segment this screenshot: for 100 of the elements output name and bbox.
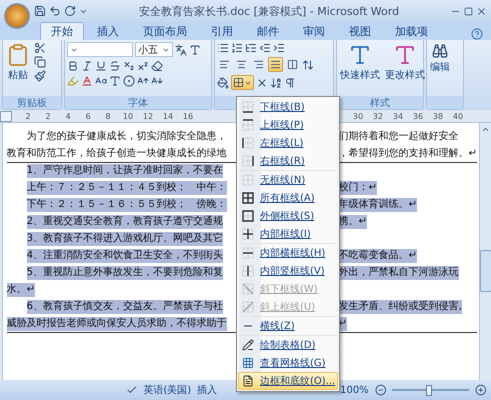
binoculars-icon [432,43,448,59]
columns-icon [287,59,298,70]
grid-icon [242,357,254,369]
font-name-field[interactable] [67,42,133,57]
strikethrough-icon[interactable] [109,60,121,72]
border-icon [242,228,254,240]
ruler-number: 14 [162,112,174,120]
document-text: 3、教育孩子不得进入游戏机厅、网吧及其它 [26,232,223,246]
group-label: 样式 [370,96,390,110]
align-left-icon [219,59,230,70]
scroll-up-icon[interactable] [481,125,490,134]
document-text: 上午：７：２５－１１：４５到校； 中午： [26,181,227,195]
group-label-bar [427,96,463,109]
document-text: 水。↵ [6,283,35,297]
menu-item[interactable]: 外侧框线(S) [238,207,338,225]
maximize-icon[interactable] [464,6,473,16]
menu-item[interactable]: 内部竖框线(V) [238,262,338,280]
insert-mode-status[interactable]: 插入 [197,383,218,397]
align-button[interactable] [268,57,283,72]
pencil-icon [242,339,254,351]
menu-item[interactable]: 内部横框线(H) [238,244,338,262]
multilevel-list-icon[interactable] [245,42,257,54]
align-button[interactable] [285,57,300,72]
document-text: 下午：２：１５－１６：５５到校； 傍晚： [26,198,227,212]
border-icon [242,119,254,131]
clipboard-icon [6,43,30,67]
sort-icon[interactable] [270,76,282,88]
subscript-icon[interactable] [123,60,135,72]
pilcrow-icon[interactable] [284,76,296,88]
increase-indent-icon[interactable] [273,42,285,54]
ribbon-tab[interactable]: 视图 [338,22,382,40]
ribbon-tab[interactable]: 开始 [40,22,84,40]
help-icon[interactable] [471,28,483,40]
ribbon-tab[interactable]: 邮件 [246,22,290,40]
language-status[interactable]: 英语(美国) [143,383,192,397]
border-icon [242,101,254,113]
close-icon[interactable] [476,6,487,16]
style-button[interactable]: 快速样式 [339,42,381,83]
menu-item[interactable]: 左框线(L) [238,134,338,152]
border-icon [242,192,254,204]
menu-item[interactable]: 横线(Z) [238,317,338,335]
zoom-level[interactable]: 100% [340,384,369,396]
scroll-thumb[interactable] [480,250,491,292]
zoom-out-icon[interactable] [374,384,386,396]
phonetic-icon[interactable] [175,44,187,56]
copy-icon[interactable] [34,56,46,68]
border-icon [242,283,254,295]
clear-format-icon[interactable] [151,60,163,72]
ruler-number: 8 [104,112,112,120]
menu-item[interactable]: 绘制表格(D) [238,336,338,354]
tab-selector[interactable] [0,110,12,122]
page-icon [242,375,254,387]
ruler-number: 40 [452,112,464,120]
ruler-number: 30 [352,112,364,120]
border-icon [242,301,254,313]
shading-icon[interactable] [217,76,229,88]
window-title: 安全教育告家长书.doc [兼容模式] - Microsoft Word [138,4,400,18]
cut-icon[interactable] [34,42,46,54]
undo-icon[interactable] [49,5,61,17]
style-button[interactable]: 更改样式 [384,42,426,83]
proofing-check-icon[interactable] [126,384,138,396]
font-size-field[interactable]: 小五 [135,42,173,57]
ribbon-tab[interactable]: 页面布局 [132,22,198,40]
document-text: 教育和防范工作，给孩子创造一块健康成长的绿地 [6,147,227,161]
ribbon-tab[interactable]: 插入 [86,22,130,40]
document-text: 5、重视防止意外事故发生，不要到危险和复 [26,266,223,280]
document-text: 4、注重消防安全和饮食卫生安全，不到街头 [26,249,223,263]
group-label: 剪贴板 [17,96,47,110]
redo-icon[interactable] [64,5,76,17]
menu-item[interactable]: 所有框线(A) [238,189,338,207]
format-painter-icon[interactable] [34,70,46,82]
menu-item[interactable]: 上框线(P) [238,116,338,134]
italic-icon[interactable] [81,60,93,72]
borders-button[interactable] [231,75,254,90]
menu-item[interactable]: 查看网格线(G) [238,354,338,372]
border-icon [242,174,254,186]
numbering-icon[interactable] [231,42,243,54]
save-icon[interactable] [34,5,46,17]
menu-item[interactable]: 边框和底纹(O)... [238,372,338,390]
menu-item[interactable]: 无框线(N) [238,171,338,189]
menu-item[interactable]: 内部框线(I) [238,225,338,243]
border-icon [242,247,254,259]
menu-item[interactable]: 右框线(R) [238,152,338,170]
border-grid-icon [233,77,244,88]
font-color-icon[interactable] [81,75,93,87]
document-text: ，希望得到您的支持和理解。↵ [338,147,477,161]
paste-button[interactable]: 粘贴 [5,42,31,83]
bold-icon[interactable] [67,60,79,72]
ribbon-tab[interactable]: 审阅 [292,22,336,40]
line-spacing-icon[interactable] [302,58,314,70]
ribbon-tab[interactable]: 加载项 [384,22,439,40]
decrease-indent-icon[interactable] [259,42,271,54]
underline-icon[interactable] [95,60,107,72]
document-text: 威胁及时报告老师或向保安人员求助，不得求助于 [6,317,227,331]
menu-item[interactable]: 下框线(B) [238,98,338,116]
ruler-number: 2 [44,112,52,120]
zoom-in-icon[interactable] [475,384,488,396]
ribbon-tab[interactable]: 引用 [200,22,244,40]
zoom-thumb[interactable] [426,384,432,396]
superscript-icon[interactable] [137,60,149,72]
